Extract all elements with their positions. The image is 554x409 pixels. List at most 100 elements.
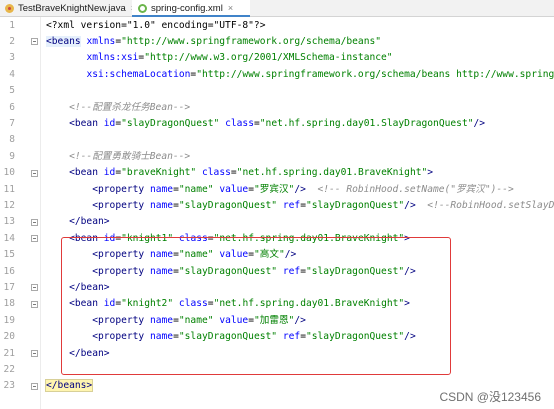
close-icon[interactable]: ×	[228, 0, 233, 16]
xml-value: "http://www.springframework.org/schema/b…	[121, 35, 382, 47]
line-number: 23	[3, 380, 15, 392]
xml-tag: >	[404, 232, 410, 244]
xml-attribute: class	[225, 117, 254, 129]
xml-tag: />	[284, 249, 297, 261]
xml-attribute: value	[219, 183, 249, 195]
xml-tag: >	[404, 298, 410, 310]
xml-attribute: name	[149, 314, 174, 326]
fold-toggle-icon[interactable]	[31, 218, 38, 226]
code-line: <property name="slayDragonQuest" ref="sl…	[46, 198, 554, 214]
line-number: 5	[9, 85, 15, 97]
editor-tab-bar: TestBraveKnightNew.java × spring-config.…	[0, 0, 554, 17]
line-number: 6	[9, 101, 15, 113]
tab-label: spring-config.xml	[151, 2, 223, 14]
line-number: 15	[3, 249, 15, 261]
xml-tag: <bean	[69, 117, 98, 129]
line-number: 4	[9, 68, 15, 80]
line-number: 22	[3, 363, 15, 375]
xml-value: "slayDragonQuest"	[305, 199, 405, 211]
xml-attribute: name	[149, 331, 174, 343]
line-number: 2	[9, 35, 15, 47]
xml-attribute: id	[103, 298, 116, 310]
xml-value: "罗宾汉"	[253, 183, 295, 195]
line-number: 14	[3, 232, 15, 244]
xml-attribute: xsi:schemaLocation	[86, 68, 191, 80]
xml-tag: />	[294, 183, 306, 195]
xml-tag: />	[404, 199, 416, 211]
gutter-divider	[40, 17, 41, 409]
code-line: <property name="name" value="罗宾汉"/> <!--…	[46, 182, 514, 198]
xml-tag: </bean>	[69, 347, 110, 359]
xml-value: "http://www.springframework.org/schema/b…	[196, 68, 554, 80]
xml-tag: <beans	[46, 35, 81, 47]
xml-tag: <property	[92, 249, 145, 261]
xml-value: "slayDragonQuest"	[178, 199, 278, 211]
line-number: 13	[3, 216, 15, 228]
xml-attribute: value	[219, 249, 249, 261]
xml-value: "knight1"	[121, 232, 174, 244]
code-line: </bean>	[46, 280, 109, 296]
code-line: <property name="name" value="加雷恩"/>	[46, 313, 306, 329]
code-line: <property name="slayDragonQuest" ref="sl…	[46, 264, 416, 280]
tab-test-brave-knight-new[interactable]: TestBraveKnightNew.java ×	[2, 0, 136, 16]
watermark: CSDN @没123456	[439, 390, 541, 404]
xml-value: "name"	[178, 183, 214, 195]
xml-attribute: value	[219, 314, 249, 326]
line-number: 17	[3, 281, 15, 293]
xml-value: "net.hf.spring.day01.BraveKnight"	[236, 167, 428, 179]
xml-value: "http://www.w3.org/2001/XMLSchema-instan…	[144, 52, 393, 64]
code-line: <bean id="knight2" class="net.hf.spring.…	[46, 296, 410, 312]
fold-toggle-icon[interactable]	[31, 38, 38, 46]
xml-comment: <!-- RobinHood.setName("罗宾汉")-->	[317, 183, 514, 195]
code-line: <!--配置杀龙任务Bean-->	[46, 100, 190, 116]
line-number: 11	[3, 183, 15, 195]
xml-tag: />	[473, 117, 486, 129]
code-line: <beans xmlns="http://www.springframework…	[46, 34, 381, 50]
xml-value: "net.hf.spring.day01.SlayDragonQuest"	[259, 117, 474, 129]
code-line: <bean id="braveKnight" class="net.hf.spr…	[46, 165, 433, 181]
xml-attribute: id	[103, 232, 116, 244]
fold-toggle-icon[interactable]	[31, 169, 38, 177]
xml-attribute: ref	[282, 199, 301, 211]
xml-value: "net.hf.spring.day01.BraveKnight"	[213, 232, 405, 244]
line-number: 20	[3, 331, 15, 343]
line-number-gutter: 1 2 3 4 5 6 7 8 9 10 11 12 13 14 15 16 17 18 19 20 21 22 23	[0, 17, 40, 409]
xml-value: "高文"	[253, 249, 285, 261]
xml-tag: />	[404, 331, 416, 343]
xml-attribute: id	[103, 167, 116, 179]
xml-comment: <!--RobinHood.setSlayDragonQuest(slayDra…	[427, 199, 554, 211]
fold-toggle-icon[interactable]	[31, 350, 38, 357]
xml-attribute: class	[202, 167, 231, 179]
code-line: <bean id="slayDragonQuest" class="net.hf…	[46, 116, 485, 132]
xml-tag: />	[404, 265, 416, 277]
line-number: 21	[3, 347, 15, 359]
code-line: xsi:schemaLocation="http://www.springfra…	[46, 67, 554, 83]
java-class-icon	[5, 3, 14, 13]
fold-toggle-icon[interactable]	[31, 382, 38, 390]
xml-attribute: xmlns:xsi	[86, 52, 139, 64]
fold-toggle-icon[interactable]	[31, 235, 38, 243]
text-cursor	[92, 379, 94, 391]
xml-value: "slayDragonQuest"	[305, 331, 405, 343]
xml-tag: <property	[92, 314, 145, 326]
xml-value: "name"	[178, 314, 214, 326]
fold-toggle-icon[interactable]	[31, 300, 38, 308]
xml-tag: />	[294, 314, 306, 326]
line-number: 3	[9, 52, 15, 64]
xml-attribute: name	[149, 249, 174, 261]
line-number: 18	[3, 298, 15, 310]
code-editor[interactable]: <?xml version="1.0" encoding="UTF-8"?> <b…	[44, 17, 554, 409]
fold-toggle-icon[interactable]	[31, 284, 38, 292]
tab-spring-config[interactable]: spring-config.xml ×	[132, 0, 250, 17]
